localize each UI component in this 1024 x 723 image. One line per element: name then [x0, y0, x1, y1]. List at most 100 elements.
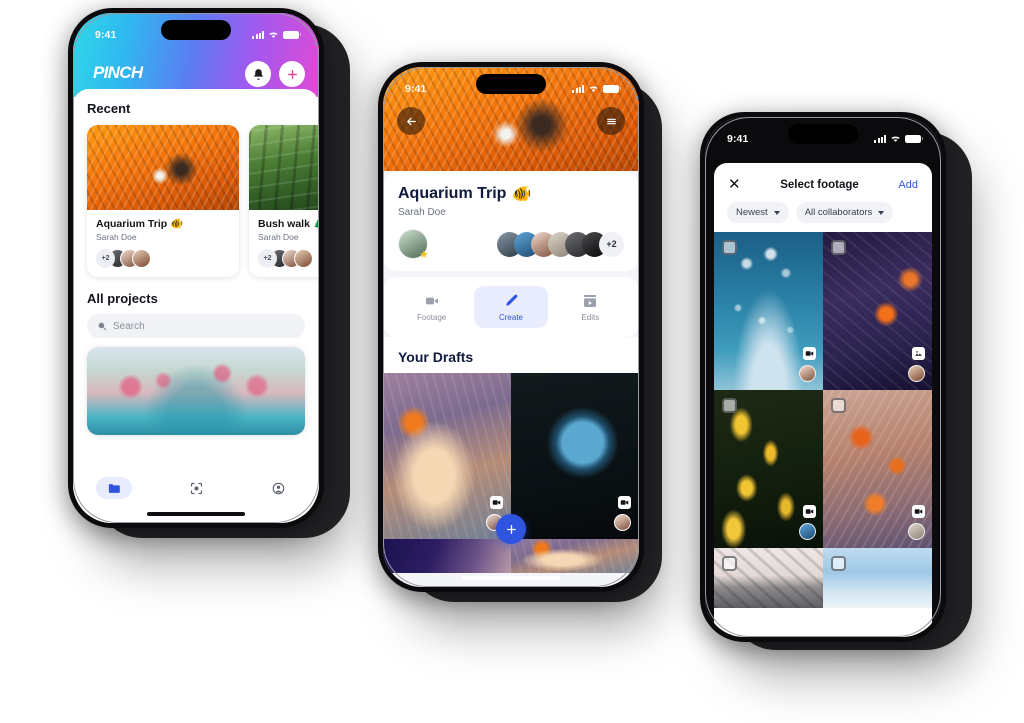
plus-icon: [287, 69, 297, 79]
video-badge-icon: [803, 347, 816, 360]
collaborator-stack[interactable]: +2: [258, 249, 319, 268]
footage-grid[interactable]: [714, 232, 932, 608]
tab-footage[interactable]: Footage: [395, 286, 468, 328]
video-badge-icon: [803, 505, 816, 518]
collaborator-filter-dropdown[interactable]: All collaborators: [795, 202, 894, 223]
footage-checkbox[interactable]: [722, 398, 737, 413]
avatar: [799, 365, 816, 382]
page-title: Select footage: [780, 178, 859, 191]
sort-filter-label: Newest: [736, 207, 768, 218]
battery-icon: [905, 134, 924, 143]
search-placeholder: Search: [113, 320, 145, 332]
footage-item[interactable]: [823, 548, 932, 608]
collaborator-overflow-count: +2: [96, 249, 115, 268]
collaborator-stack[interactable]: +2: [96, 249, 230, 268]
collaborator-stack[interactable]: +2: [497, 231, 624, 257]
project-thumbnail: [249, 125, 319, 210]
recent-heading: Recent: [87, 101, 131, 116]
project-tab-bar[interactable]: Footage Create Edits: [383, 277, 639, 337]
search-input[interactable]: Search: [87, 314, 305, 338]
project-hero-image: 9:41: [383, 67, 639, 179]
battery-icon: [603, 84, 622, 93]
drafts-heading: Your Drafts: [383, 337, 639, 373]
dynamic-island: [788, 124, 858, 144]
sort-filter-dropdown[interactable]: Newest: [727, 202, 789, 223]
footage-item[interactable]: [714, 390, 823, 548]
tab-create[interactable]: Create: [474, 286, 548, 328]
arrow-left-icon: [406, 117, 416, 125]
sidebar-item-profile[interactable]: [260, 477, 296, 499]
project-card[interactable]: Bush walk 🌲 Sarah Doe +2: [249, 125, 319, 277]
notifications-button[interactable]: [245, 61, 271, 87]
avatar: [908, 523, 925, 540]
footage-checkbox[interactable]: [831, 556, 846, 571]
tab-footage-label: Footage: [416, 313, 447, 322]
back-button[interactable]: [397, 107, 425, 135]
chevron-down-icon: [878, 210, 885, 215]
hamburger-icon: [606, 118, 616, 124]
project-emoji: 🐠: [170, 218, 184, 230]
add-button[interactable]: Add: [898, 179, 918, 191]
drafts-grid[interactable]: [383, 373, 639, 544]
footage-item[interactable]: [823, 232, 932, 390]
dynamic-island: [476, 74, 546, 94]
project-title: Aquarium Trip 🐠: [96, 217, 230, 231]
chevron-down-icon: [773, 210, 780, 215]
app-logo: PINCH: [93, 63, 143, 83]
project-card-large[interactable]: [87, 347, 305, 435]
draft-item[interactable]: [511, 539, 639, 573]
p1-gradient-header: 9:41 PINCH: [73, 13, 319, 97]
page-title-text: Aquarium Trip: [398, 185, 507, 202]
menu-button[interactable]: [597, 107, 625, 135]
avatar: [132, 249, 151, 268]
footage-item[interactable]: [714, 548, 823, 608]
project-owner: Sarah Doe: [398, 207, 446, 218]
p1-content-sheet: Recent Aquarium Trip 🐠 Sarah Doe +2 Bush…: [73, 89, 319, 523]
filter-row[interactable]: Newest All collaborators: [714, 192, 932, 232]
cellular-signal-icon: [572, 84, 584, 93]
draft-item[interactable]: [383, 539, 511, 573]
video-badge-icon: [618, 496, 631, 509]
project-emoji: 🐠: [511, 186, 532, 203]
project-owner: Sarah Doe: [258, 232, 299, 242]
project-summary-card: Aquarium Trip 🐠 Sarah Doe ★ +2: [383, 171, 639, 271]
footage-checkbox[interactable]: [722, 240, 737, 255]
drafts-next-row[interactable]: [383, 539, 639, 573]
owner-avatar[interactable]: ★: [398, 229, 429, 261]
draft-item[interactable]: [511, 373, 639, 539]
phone-1: 9:41 PINCH Recent Aquarium Trip 🐠 Sarah …: [68, 8, 324, 528]
add-project-button[interactable]: [279, 61, 305, 87]
project-thumbnail: [87, 125, 239, 210]
plus-icon: [506, 524, 516, 534]
avatar: [799, 523, 816, 540]
project-card[interactable]: Aquarium Trip 🐠 Sarah Doe +2: [87, 125, 239, 277]
star-icon: ★: [419, 249, 429, 261]
p2-content: Aquarium Trip 🐠 Sarah Doe ★ +2 Footage C…: [383, 171, 639, 587]
photo-badge-icon: [912, 347, 925, 360]
draft-item[interactable]: [383, 373, 511, 539]
close-icon[interactable]: ✕: [728, 177, 741, 192]
p1-status-time: 9:41: [95, 28, 117, 41]
tab-edits-label: Edits: [581, 313, 600, 322]
footage-checkbox[interactable]: [831, 240, 846, 255]
dynamic-island: [161, 20, 231, 40]
sidebar-item-projects[interactable]: [96, 477, 132, 499]
footage-checkbox[interactable]: [722, 556, 737, 571]
phone-mockup-stage: 9:41 PINCH Recent Aquarium Trip 🐠 Sarah …: [0, 0, 1024, 723]
tab-edits[interactable]: Edits: [554, 286, 627, 328]
add-footage-button[interactable]: [496, 514, 526, 544]
recent-projects-row[interactable]: Aquarium Trip 🐠 Sarah Doe +2 Bush walk S…: [87, 125, 319, 277]
footage-item[interactable]: [823, 390, 932, 548]
footage-item[interactable]: [714, 232, 823, 390]
tab-create-label: Create: [498, 313, 523, 322]
sidebar-item-capture[interactable]: [178, 477, 214, 499]
wifi-icon: [891, 136, 900, 142]
video-badge-icon: [912, 505, 925, 518]
sheet-header: ✕ Select footage Add: [714, 163, 932, 192]
project-owner: Sarah Doe: [96, 232, 137, 242]
collaborator-overflow-count: +2: [258, 249, 277, 268]
phone-2: 9:41 Aquarium Trip 🐠 Sarah Doe ★ +2 Foot…: [378, 62, 644, 592]
p2-status-time: 9:41: [405, 82, 427, 95]
footage-checkbox[interactable]: [831, 398, 846, 413]
video-badge-icon: [490, 496, 503, 509]
